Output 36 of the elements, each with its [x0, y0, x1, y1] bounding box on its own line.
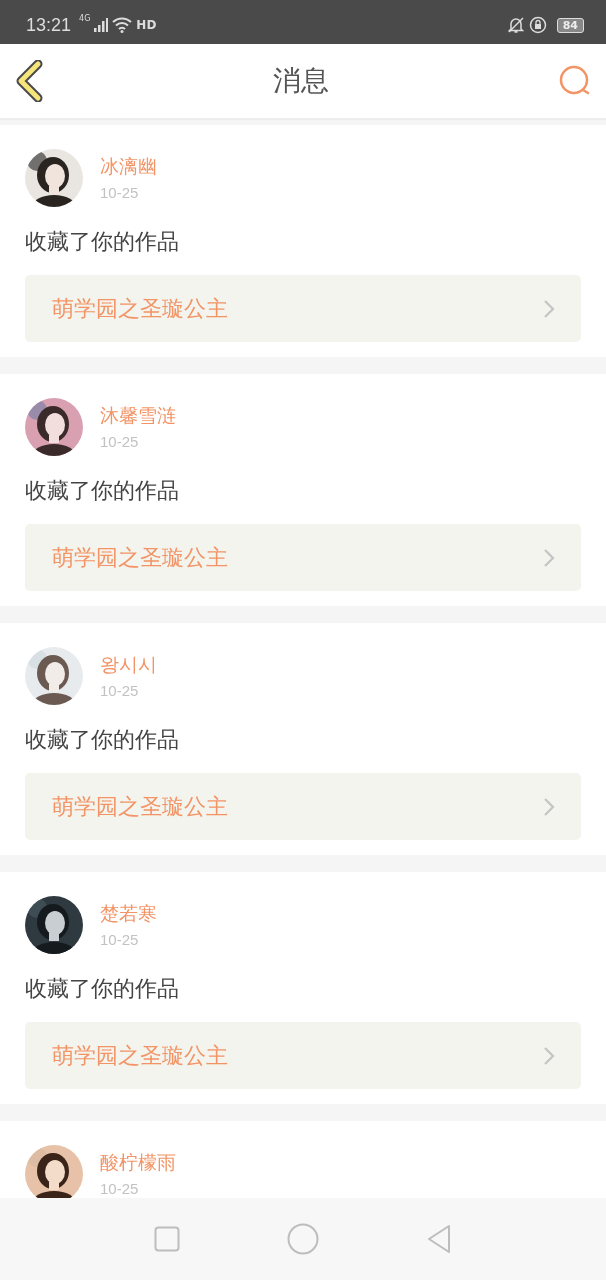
username[interactable]: 酸柠檬雨 — [100, 1150, 176, 1176]
back-button[interactable] — [14, 60, 44, 102]
chevron-right-icon — [543, 1045, 555, 1066]
chevron-left-icon — [14, 60, 44, 102]
username[interactable]: 楚若寒 — [100, 901, 157, 927]
battery-indicator: 84 — [556, 17, 584, 33]
username[interactable]: 왕시시 — [100, 652, 157, 678]
work-link[interactable]: 萌学园之圣璇公主 — [25, 1022, 581, 1089]
home-icon[interactable] — [287, 1223, 319, 1255]
work-link[interactable]: 萌学园之圣璇公主 — [25, 524, 581, 591]
chevron-right-icon — [543, 547, 555, 568]
back-icon[interactable] — [426, 1224, 453, 1254]
message-text: 收藏了你的作品 — [25, 477, 180, 505]
username[interactable]: 沐馨雪涟 — [100, 403, 176, 429]
username[interactable]: 冰漓幽 — [100, 154, 157, 180]
work-link[interactable]: 萌学园之圣璇公主 — [25, 275, 581, 342]
network-text: 4G — [79, 14, 91, 23]
bell-muted-icon — [506, 16, 525, 34]
message-date: 10-25 — [100, 1180, 140, 1197]
message-date: 10-25 — [100, 931, 140, 948]
page-title: 消息 — [273, 63, 329, 99]
work-link[interactable]: 萌学园之圣璇公主 — [25, 773, 581, 840]
chevron-right-icon — [543, 298, 555, 319]
hd-call-text: HD — [136, 18, 157, 32]
message-text: 收藏了你的作品 — [25, 975, 180, 1003]
recents-icon[interactable] — [153, 1226, 180, 1252]
message-text: 收藏了你的作品 — [25, 228, 180, 256]
message-text: 收藏了你的作品 — [25, 726, 180, 754]
clock-text: 13:21 — [26, 14, 72, 36]
rotation-lock-icon — [528, 16, 547, 34]
message-date: 10-25 — [100, 682, 140, 699]
message-date: 10-25 — [100, 184, 140, 201]
message-date: 10-25 — [100, 433, 140, 450]
wifi-icon — [112, 17, 133, 33]
signal-icon — [94, 18, 109, 32]
chevron-right-icon — [543, 796, 555, 817]
